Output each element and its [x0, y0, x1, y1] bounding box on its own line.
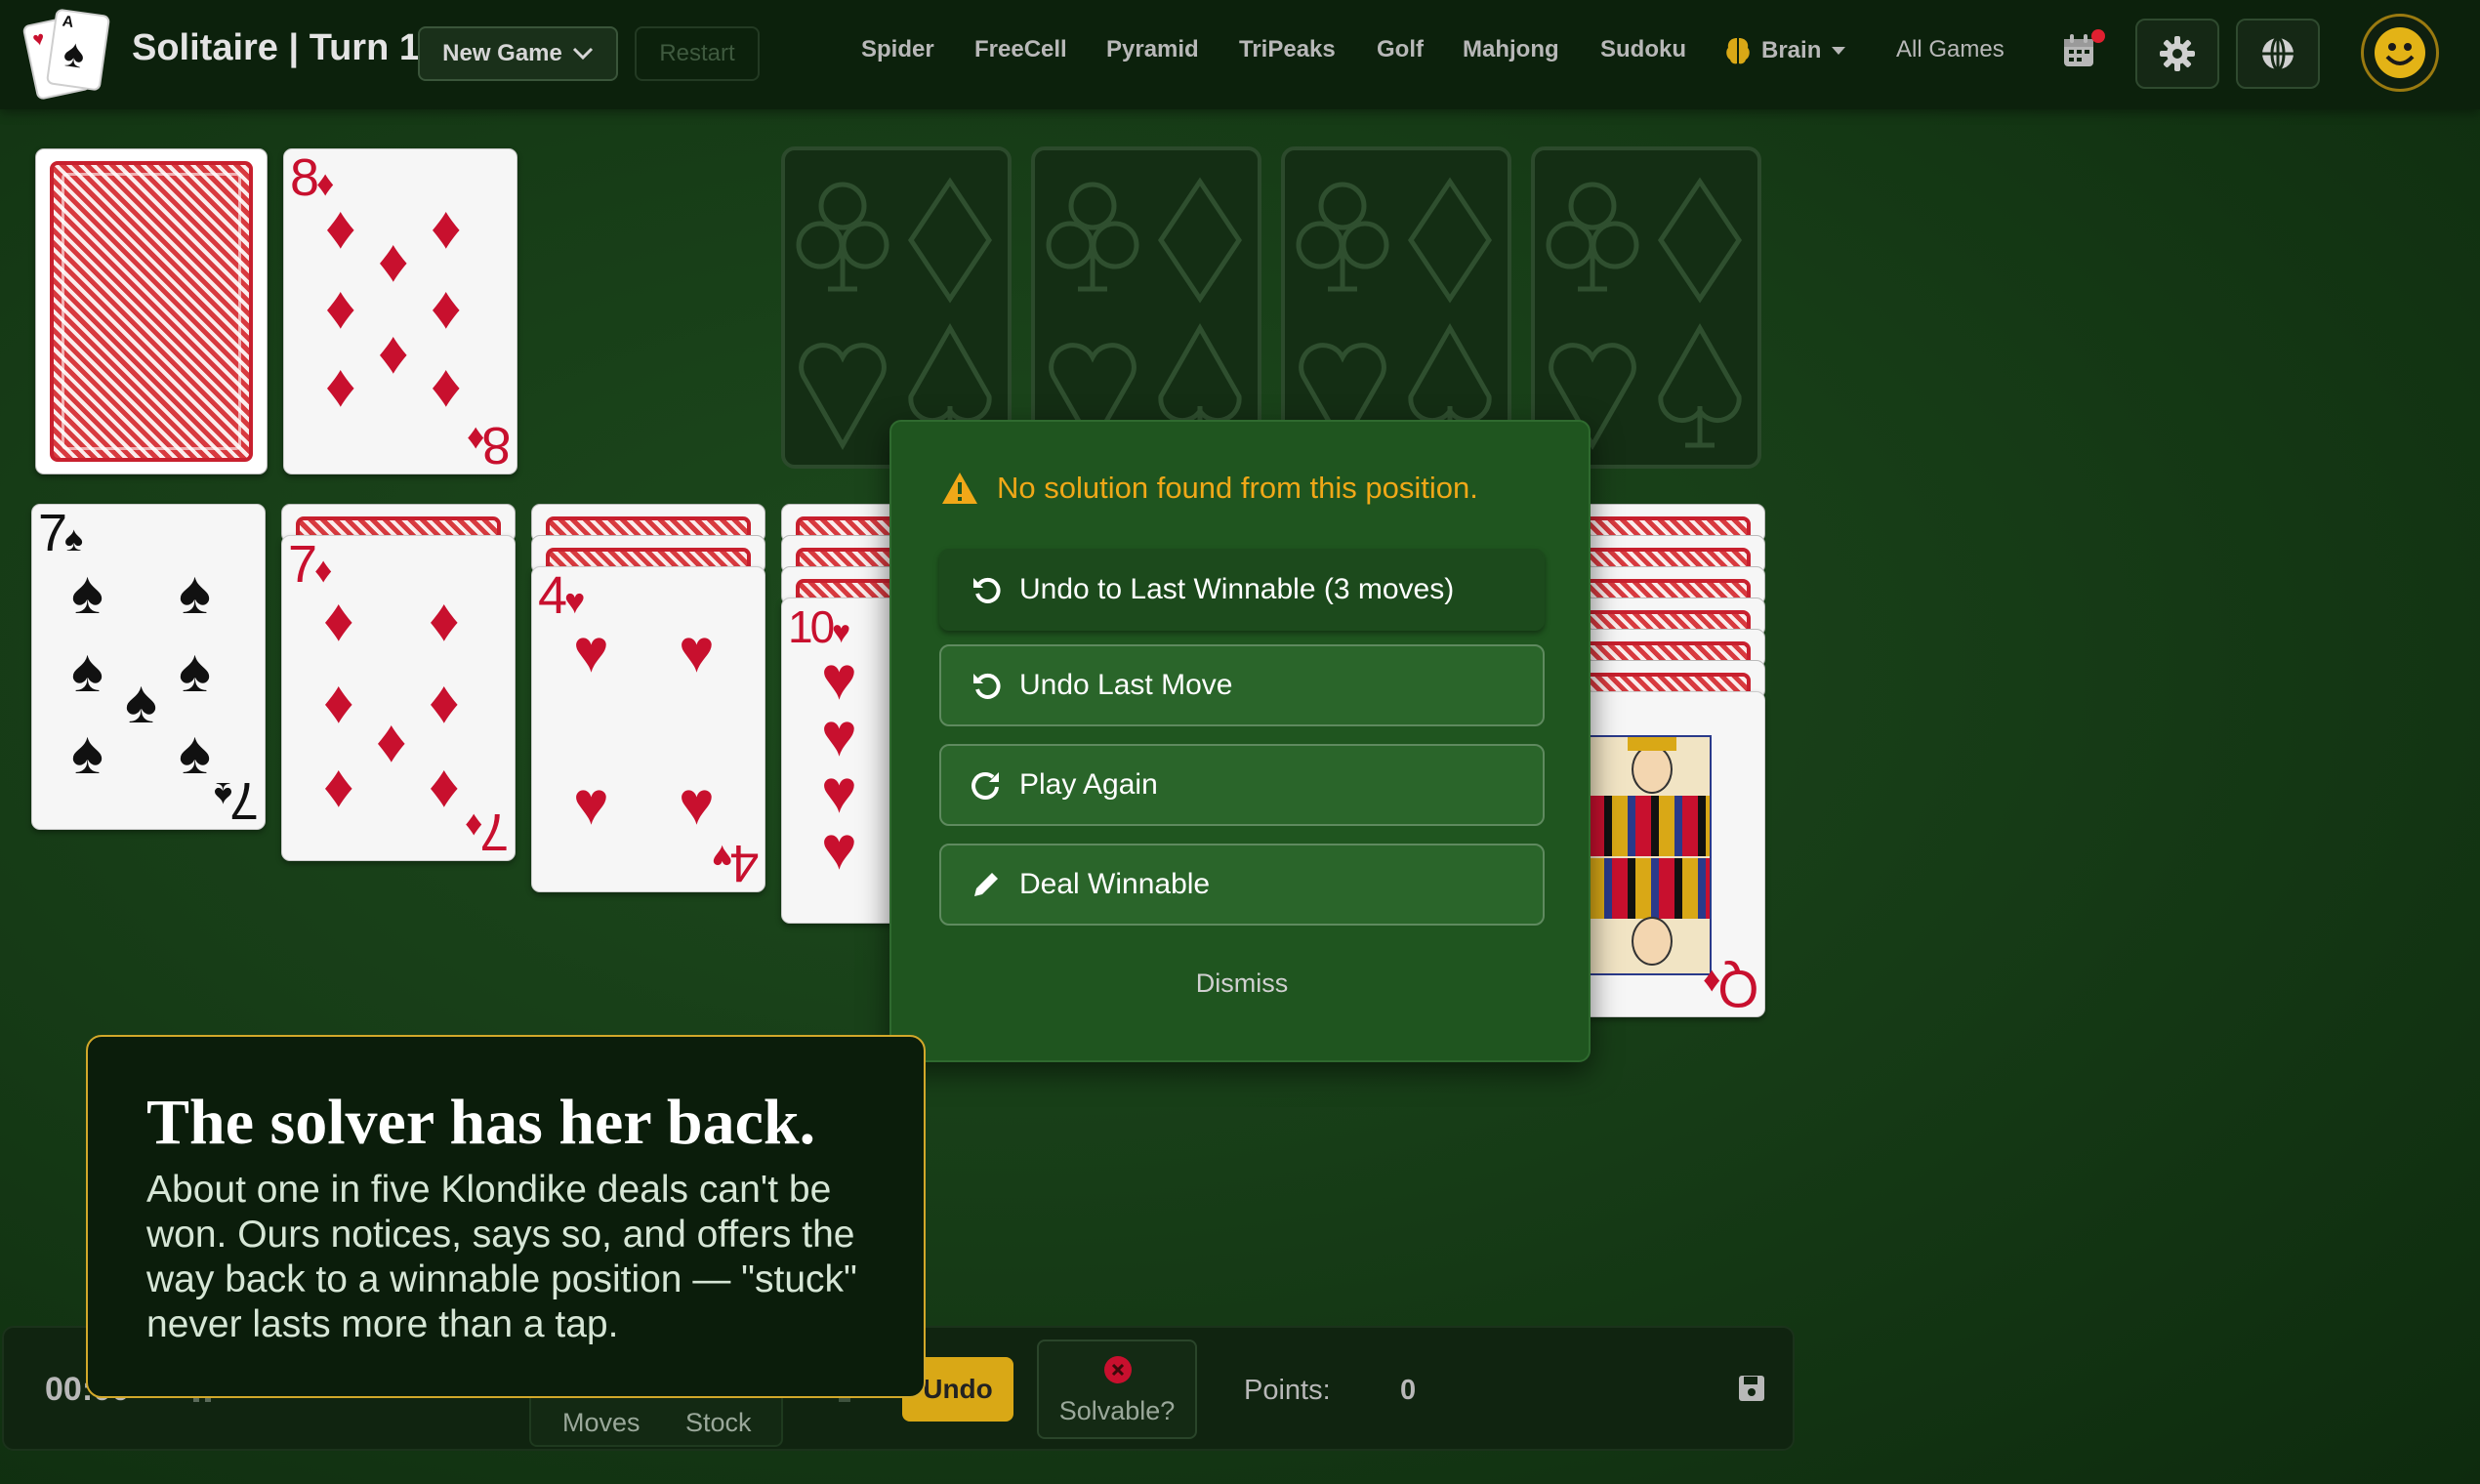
x-circle-icon [1104, 1356, 1132, 1383]
solvable-button[interactable]: Solvable? [1037, 1340, 1197, 1439]
undo-to-last-winnable-button[interactable]: Undo to Last Winnable (3 moves) [939, 549, 1545, 631]
nav-all-games[interactable]: All Games [1896, 36, 2005, 63]
avatar[interactable] [2361, 14, 2439, 92]
solver-message: No solution found from this position. [940, 471, 1478, 506]
callout-body: About one in five Klondike deals can't b… [146, 1169, 857, 1345]
new-game-label: New Game [442, 40, 562, 66]
suits-icon [1546, 177, 1743, 451]
page-title: Solitaire | Turn 1 [132, 27, 420, 68]
language-button[interactable] [2236, 19, 2320, 89]
solver-message-text: No solution found from this position. [997, 471, 1478, 505]
app-logo[interactable]: ♥ A ♠ [21, 8, 111, 101]
settings-button[interactable] [2135, 19, 2219, 89]
restart-button[interactable]: Restart [635, 26, 760, 81]
nav-spider[interactable]: Spider [861, 36, 934, 63]
nav-pyramid[interactable]: Pyramid [1106, 36, 1199, 63]
nav-freecell[interactable]: FreeCell [974, 36, 1067, 63]
suits-icon [1046, 177, 1243, 451]
deal-winnable-button[interactable]: Deal Winnable [939, 844, 1545, 926]
solvable-label: Solvable? [1058, 1396, 1176, 1425]
smiley-icon [2375, 27, 2425, 78]
globe-icon [2262, 36, 2294, 71]
callout-heading: The solver has her back. [146, 1087, 816, 1158]
nav-sudoku[interactable]: Sudoku [1600, 36, 1686, 63]
save-icon[interactable] [1738, 1375, 1765, 1402]
redo-icon [971, 771, 999, 800]
caret-down-icon [1832, 47, 1846, 55]
calendar-button[interactable] [2062, 29, 2105, 72]
gear-icon [2160, 36, 2195, 71]
pencil-icon [974, 873, 998, 896]
nav-golf[interactable]: Golf [1377, 36, 1424, 63]
undo-icon [973, 577, 1001, 603]
waste-card[interactable]: 8♦ 8♦ ♦ ♦ ♦ ♦ ♦ ♦ ♦ ♦ [283, 148, 517, 474]
points-label: Points: [1244, 1375, 1331, 1406]
new-game-button[interactable]: New Game [418, 26, 618, 81]
moves-label: Moves [562, 1408, 641, 1437]
queen-portrait [1587, 735, 1712, 975]
suits-icon [796, 177, 993, 451]
nav-tripeaks[interactable]: TriPeaks [1239, 36, 1336, 63]
card-rank: 8 [290, 148, 319, 207]
solver-dialog: No solution found from this position. Un… [889, 420, 1591, 1062]
chevron-down-icon [572, 47, 593, 61]
undo-icon [973, 673, 1001, 699]
nav-brain-label: Brain [1761, 37, 1822, 63]
nav-brain[interactable]: Brain [1724, 36, 1846, 65]
nav-mahjong[interactable]: Mahjong [1463, 36, 1559, 63]
warning-icon [942, 473, 977, 504]
tableau-card[interactable]: 7♠ 7♠ ♠ ♠ ♠ ♠ ♠ ♠ ♠ [31, 504, 266, 830]
play-again-button[interactable]: Play Again [939, 744, 1545, 826]
points-value: 0 [1400, 1375, 1417, 1406]
calendar-icon [2064, 34, 2093, 66]
undo-last-move-button[interactable]: Undo Last Move [939, 644, 1545, 726]
dismiss-button[interactable]: Dismiss [891, 969, 1592, 999]
tableau-card[interactable]: 7♦ 7♦ ♦ ♦ ♦ ♦ ♦ ♦ ♦ [281, 535, 516, 861]
notification-dot [2091, 29, 2105, 43]
stock-pile[interactable] [35, 148, 268, 474]
suits-icon [1296, 177, 1493, 451]
feature-callout: The solver has her back. About one in fi… [86, 1035, 926, 1398]
brain-icon [1726, 38, 1750, 64]
stock-label: Stock [685, 1408, 752, 1437]
tableau-card[interactable]: 4♥ 4♥ ♥ ♥ ♥ ♥ [531, 566, 765, 892]
